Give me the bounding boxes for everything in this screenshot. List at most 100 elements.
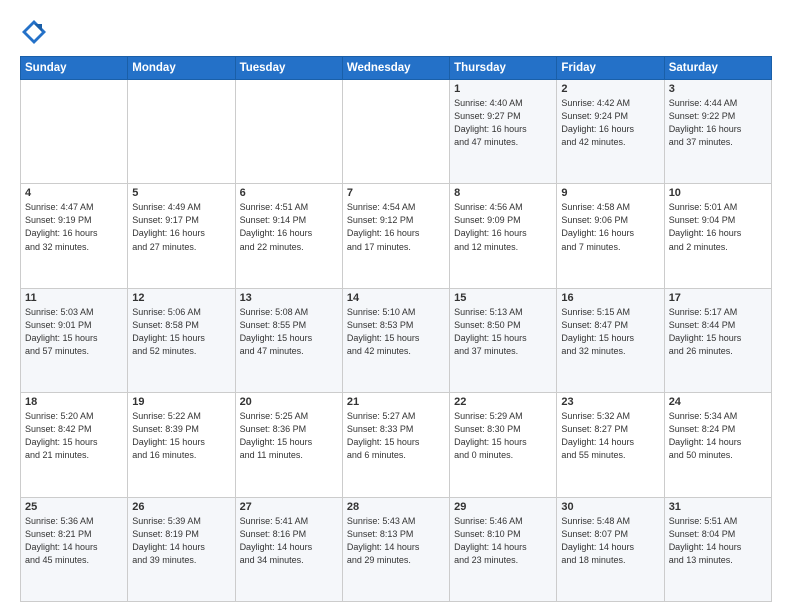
day-info: Sunrise: 5:41 AM Sunset: 8:16 PM Dayligh…	[240, 515, 338, 567]
logo	[20, 18, 52, 46]
day-info: Sunrise: 5:39 AM Sunset: 8:19 PM Dayligh…	[132, 515, 230, 567]
calendar-week-row: 4 Sunrise: 4:47 AM Sunset: 9:19 PM Daylig…	[21, 184, 772, 288]
day-info: Sunrise: 5:22 AM Sunset: 8:39 PM Dayligh…	[132, 410, 230, 462]
day-info: Sunrise: 5:10 AM Sunset: 8:53 PM Dayligh…	[347, 306, 445, 358]
day-number: 3	[669, 83, 767, 95]
calendar-cell	[235, 80, 342, 184]
day-number: 9	[561, 187, 659, 199]
calendar-cell: 1 Sunrise: 4:40 AM Sunset: 9:27 PM Daylig…	[450, 80, 557, 184]
day-info: Sunrise: 5:08 AM Sunset: 8:55 PM Dayligh…	[240, 306, 338, 358]
day-number: 17	[669, 292, 767, 304]
calendar-week-row: 1 Sunrise: 4:40 AM Sunset: 9:27 PM Daylig…	[21, 80, 772, 184]
day-info: Sunrise: 4:49 AM Sunset: 9:17 PM Dayligh…	[132, 201, 230, 253]
day-number: 29	[454, 501, 552, 513]
calendar-cell	[342, 80, 449, 184]
calendar-header-row: SundayMondayTuesdayWednesdayThursdayFrid…	[21, 57, 772, 80]
day-info: Sunrise: 4:44 AM Sunset: 9:22 PM Dayligh…	[669, 97, 767, 149]
day-of-week-thursday: Thursday	[450, 57, 557, 80]
header	[20, 18, 772, 46]
calendar-cell: 8 Sunrise: 4:56 AM Sunset: 9:09 PM Daylig…	[450, 184, 557, 288]
day-number: 1	[454, 83, 552, 95]
calendar-cell: 9Sunrise: 4:58 AM Sunset: 9:06 PM Daylig…	[557, 184, 664, 288]
day-info: Sunrise: 5:15 AM Sunset: 8:47 PM Dayligh…	[561, 306, 659, 358]
calendar-cell: 13 Sunrise: 5:08 AM Sunset: 8:55 PM Dayli…	[235, 288, 342, 392]
day-number: 22	[454, 396, 552, 408]
day-number: 4	[25, 187, 123, 199]
day-number: 11	[25, 292, 123, 304]
calendar-cell: 31Sunrise: 5:51 AM Sunset: 8:04 PM Dayli…	[664, 497, 771, 601]
calendar-cell: 18 Sunrise: 5:20 AM Sunset: 8:42 PM Dayli…	[21, 393, 128, 497]
calendar-cell: 4 Sunrise: 4:47 AM Sunset: 9:19 PM Daylig…	[21, 184, 128, 288]
calendar-cell: 23 Sunrise: 5:32 AM Sunset: 8:27 PM Dayli…	[557, 393, 664, 497]
calendar-cell: 29 Sunrise: 5:46 AM Sunset: 8:10 PM Dayli…	[450, 497, 557, 601]
day-info: Sunrise: 5:01 AM Sunset: 9:04 PM Dayligh…	[669, 201, 767, 253]
day-number: 8	[454, 187, 552, 199]
calendar-cell: 3 Sunrise: 4:44 AM Sunset: 9:22 PM Daylig…	[664, 80, 771, 184]
day-number: 14	[347, 292, 445, 304]
day-info: Sunrise: 5:43 AM Sunset: 8:13 PM Dayligh…	[347, 515, 445, 567]
page: SundayMondayTuesdayWednesdayThursdayFrid…	[0, 0, 792, 612]
calendar-cell: 26 Sunrise: 5:39 AM Sunset: 8:19 PM Dayli…	[128, 497, 235, 601]
day-number: 19	[132, 396, 230, 408]
day-of-week-tuesday: Tuesday	[235, 57, 342, 80]
day-info: Sunrise: 4:56 AM Sunset: 9:09 PM Dayligh…	[454, 201, 552, 253]
day-number: 13	[240, 292, 338, 304]
day-number: 18	[25, 396, 123, 408]
day-number: 5	[132, 187, 230, 199]
day-info: Sunrise: 5:34 AM Sunset: 8:24 PM Dayligh…	[669, 410, 767, 462]
calendar-table: SundayMondayTuesdayWednesdayThursdayFrid…	[20, 56, 772, 602]
day-of-week-monday: Monday	[128, 57, 235, 80]
day-number: 15	[454, 292, 552, 304]
day-number: 7	[347, 187, 445, 199]
day-info: Sunrise: 5:29 AM Sunset: 8:30 PM Dayligh…	[454, 410, 552, 462]
day-info: Sunrise: 5:20 AM Sunset: 8:42 PM Dayligh…	[25, 410, 123, 462]
day-of-week-sunday: Sunday	[21, 57, 128, 80]
day-number: 20	[240, 396, 338, 408]
day-number: 26	[132, 501, 230, 513]
day-number: 12	[132, 292, 230, 304]
calendar-cell: 14 Sunrise: 5:10 AM Sunset: 8:53 PM Dayli…	[342, 288, 449, 392]
calendar-cell: 25 Sunrise: 5:36 AM Sunset: 8:21 PM Dayli…	[21, 497, 128, 601]
day-of-week-friday: Friday	[557, 57, 664, 80]
day-of-week-wednesday: Wednesday	[342, 57, 449, 80]
day-number: 16	[561, 292, 659, 304]
calendar-cell: 27 Sunrise: 5:41 AM Sunset: 8:16 PM Dayli…	[235, 497, 342, 601]
day-info: Sunrise: 5:03 AM Sunset: 9:01 PM Dayligh…	[25, 306, 123, 358]
calendar-cell: 30 Sunrise: 5:48 AM Sunset: 8:07 PM Dayli…	[557, 497, 664, 601]
day-number: 2	[561, 83, 659, 95]
calendar-cell: 24 Sunrise: 5:34 AM Sunset: 8:24 PM Dayli…	[664, 393, 771, 497]
day-info: Sunrise: 4:40 AM Sunset: 9:27 PM Dayligh…	[454, 97, 552, 149]
day-info: Sunrise: 5:51 AM Sunset: 8:04 PM Dayligh…	[669, 515, 767, 567]
day-info: Sunrise: 4:54 AM Sunset: 9:12 PM Dayligh…	[347, 201, 445, 253]
calendar-cell: 21Sunrise: 5:27 AM Sunset: 8:33 PM Dayli…	[342, 393, 449, 497]
calendar-cell: 12 Sunrise: 5:06 AM Sunset: 8:58 PM Dayli…	[128, 288, 235, 392]
logo-icon	[20, 18, 48, 46]
day-number: 24	[669, 396, 767, 408]
calendar-cell: 16 Sunrise: 5:15 AM Sunset: 8:47 PM Dayli…	[557, 288, 664, 392]
day-number: 30	[561, 501, 659, 513]
calendar-cell: 5 Sunrise: 4:49 AM Sunset: 9:17 PM Daylig…	[128, 184, 235, 288]
day-info: Sunrise: 5:32 AM Sunset: 8:27 PM Dayligh…	[561, 410, 659, 462]
day-info: Sunrise: 5:06 AM Sunset: 8:58 PM Dayligh…	[132, 306, 230, 358]
calendar-week-row: 25 Sunrise: 5:36 AM Sunset: 8:21 PM Dayli…	[21, 497, 772, 601]
day-info: Sunrise: 5:46 AM Sunset: 8:10 PM Dayligh…	[454, 515, 552, 567]
day-info: Sunrise: 4:47 AM Sunset: 9:19 PM Dayligh…	[25, 201, 123, 253]
day-number: 6	[240, 187, 338, 199]
day-number: 23	[561, 396, 659, 408]
day-number: 27	[240, 501, 338, 513]
day-info: Sunrise: 5:48 AM Sunset: 8:07 PM Dayligh…	[561, 515, 659, 567]
day-info: Sunrise: 5:36 AM Sunset: 8:21 PM Dayligh…	[25, 515, 123, 567]
calendar-cell: 19 Sunrise: 5:22 AM Sunset: 8:39 PM Dayli…	[128, 393, 235, 497]
calendar-cell: 15Sunrise: 5:13 AM Sunset: 8:50 PM Dayli…	[450, 288, 557, 392]
day-info: Sunrise: 4:42 AM Sunset: 9:24 PM Dayligh…	[561, 97, 659, 149]
day-number: 28	[347, 501, 445, 513]
day-number: 25	[25, 501, 123, 513]
calendar-cell: 28 Sunrise: 5:43 AM Sunset: 8:13 PM Dayli…	[342, 497, 449, 601]
day-info: Sunrise: 5:17 AM Sunset: 8:44 PM Dayligh…	[669, 306, 767, 358]
day-info: Sunrise: 4:51 AM Sunset: 9:14 PM Dayligh…	[240, 201, 338, 253]
day-info: Sunrise: 5:27 AM Sunset: 8:33 PM Dayligh…	[347, 410, 445, 462]
day-info: Sunrise: 5:25 AM Sunset: 8:36 PM Dayligh…	[240, 410, 338, 462]
calendar-cell	[128, 80, 235, 184]
calendar-cell: 6 Sunrise: 4:51 AM Sunset: 9:14 PM Daylig…	[235, 184, 342, 288]
calendar-cell: 2 Sunrise: 4:42 AM Sunset: 9:24 PM Daylig…	[557, 80, 664, 184]
